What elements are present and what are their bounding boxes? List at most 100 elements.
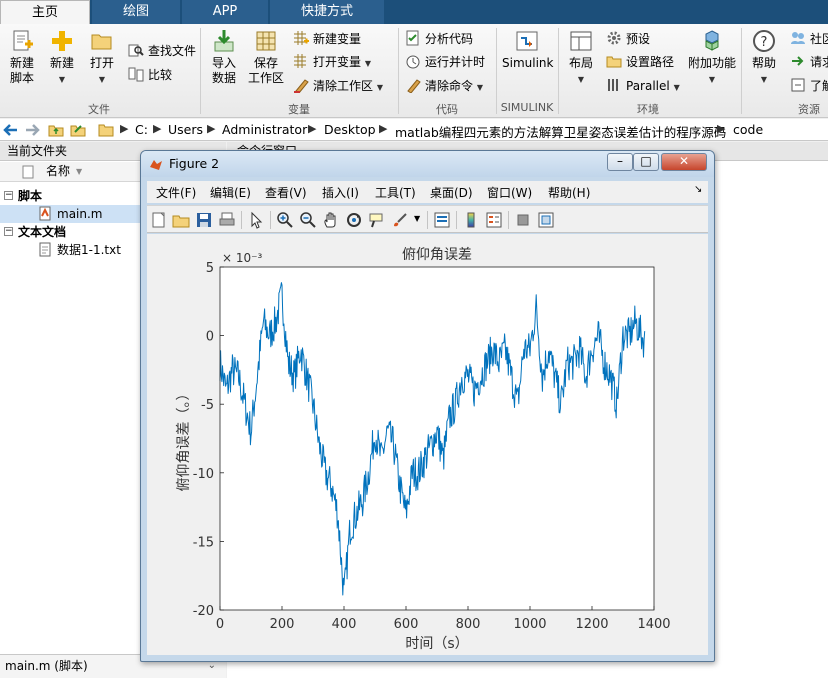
tab-apps[interactable]: APP: [182, 0, 268, 24]
forward-arrow-icon[interactable]: [24, 122, 40, 138]
open-variable-button[interactable]: 打开变量 ▼: [293, 53, 371, 73]
browse-folder-icon[interactable]: [70, 122, 86, 138]
menu-desktop[interactable]: 桌面(D): [430, 184, 473, 201]
toolbar-separator: [427, 211, 428, 229]
print-icon[interactable]: [218, 211, 236, 229]
tab-home[interactable]: 主页: [0, 0, 90, 24]
x-tick-label: 600: [394, 617, 419, 632]
analyze-code-button[interactable]: 分析代码: [405, 30, 473, 48]
address-bar: ▶ C: ▶ Users ▶ Administrator ▶ Desktop ▶…: [0, 119, 828, 141]
maximize-button[interactable]: □: [633, 153, 659, 171]
zoom-in-icon[interactable]: [276, 211, 294, 229]
x-tick-label: 800: [456, 617, 481, 632]
set-path-button[interactable]: 设置路径: [606, 53, 674, 71]
analyze-code-label: 分析代码: [425, 32, 474, 46]
learn-button[interactable]: 了解: [790, 77, 828, 95]
brush-dropdown-icon[interactable]: ▼: [414, 214, 420, 223]
sort-arrow-icon: ▼: [76, 167, 83, 176]
up-folder-icon[interactable]: [48, 122, 64, 138]
import-data-icon: [214, 30, 234, 52]
import-data-button[interactable]: 导入 数据: [206, 28, 242, 86]
folder-open-icon: [91, 34, 112, 50]
menu-edit[interactable]: 编辑(E): [210, 184, 251, 201]
new-variable-button[interactable]: 新建变量: [293, 30, 361, 48]
breadcrumb-item[interactable]: code: [733, 122, 763, 137]
breadcrumb-item[interactable]: Desktop: [324, 122, 376, 137]
back-arrow-icon[interactable]: [3, 122, 19, 138]
help-dropdown-icon: ▼: [760, 75, 768, 84]
text-file-icon: [39, 242, 52, 257]
hide-plot-tools-icon[interactable]: [514, 211, 532, 229]
y-tick-label: -5: [201, 398, 214, 413]
y-axis-label: 俯仰角误差（。）: [176, 387, 192, 492]
clear-commands-dropdown-icon: ▼: [476, 83, 483, 92]
plot-svg[interactable]: 0 200 400 600 800 1000 1200 1400 5 0 -5 -10 -15 -20 俯…: [147, 234, 708, 655]
breadcrumb-separator-icon: ▶: [379, 122, 388, 135]
breadcrumb-item[interactable]: C:: [135, 122, 148, 137]
breadcrumb-item[interactable]: Users: [168, 122, 203, 137]
new-variable-label: 新建变量: [313, 32, 362, 46]
menu-window[interactable]: 窗口(W): [487, 184, 532, 201]
save-icon[interactable]: [195, 211, 213, 229]
data-cursor-icon[interactable]: [368, 211, 386, 229]
brush-icon[interactable]: [391, 211, 409, 229]
open-button[interactable]: 打开 ▼: [84, 28, 120, 87]
zoom-out-icon[interactable]: [299, 211, 317, 229]
request-support-button[interactable]: 请求: [790, 53, 828, 71]
menu-file[interactable]: 文件(F): [156, 184, 196, 201]
run-and-time-label: 运行并计时: [425, 55, 486, 69]
breadcrumb-item[interactable]: matlab编程四元素的方法解算卫星姿态误差估计的程序源码: [395, 122, 726, 141]
clear-workspace-dropdown-icon: ▼: [376, 83, 383, 92]
addons-button[interactable]: 附加功能 ▼: [686, 28, 738, 87]
clear-workspace-button[interactable]: 清除工作区 ▼: [293, 77, 383, 97]
legend-icon[interactable]: [485, 211, 503, 229]
menu-help[interactable]: 帮助(H): [548, 184, 590, 201]
new-button[interactable]: 新建 ▼: [44, 28, 80, 87]
layout-button[interactable]: 布局 ▼: [564, 28, 598, 87]
menu-tools[interactable]: 工具(T): [375, 184, 416, 201]
link-plot-icon[interactable]: [433, 211, 451, 229]
rotate-3d-icon[interactable]: [345, 211, 363, 229]
open-file-icon[interactable]: [172, 211, 190, 229]
parallel-button[interactable]: Parallel ▼: [606, 77, 680, 97]
pointer-icon[interactable]: [247, 211, 265, 229]
save-workspace-button[interactable]: 保存 工作区: [246, 28, 286, 86]
learn-label: 了解: [810, 79, 828, 93]
tab-shortcuts[interactable]: 快捷方式: [270, 0, 384, 24]
preferences-button[interactable]: 预设: [606, 30, 650, 48]
tab-plots[interactable]: 绘图: [92, 0, 180, 24]
figure-window[interactable]: Figure 2 – □ ✕ 文件(F) 编辑(E) 查看(V) 插入(I) 工…: [140, 150, 715, 662]
figure-canvas[interactable]: 0 200 400 600 800 1000 1200 1400 5 0 -5 -10 -15 -20 俯…: [147, 234, 708, 655]
compare-button[interactable]: 比较: [128, 66, 172, 84]
figure-titlebar[interactable]: Figure 2 – □ ✕: [141, 151, 714, 177]
menubar-dock-icon[interactable]: ↘: [694, 184, 702, 195]
simulink-button[interactable]: Simulink: [502, 28, 553, 71]
menu-insert[interactable]: 插入(I): [322, 184, 359, 201]
minimize-button[interactable]: –: [607, 153, 633, 171]
group-label: 脚本: [18, 189, 43, 203]
clear-commands-button[interactable]: 清除命令 ▼: [405, 77, 483, 97]
name-column-label: 名称: [46, 164, 71, 178]
new-script-button[interactable]: 新建 脚本: [4, 28, 40, 86]
run-and-time-button[interactable]: 运行并计时: [405, 53, 485, 71]
set-path-label: 设置路径: [626, 55, 675, 69]
community-button[interactable]: 社区: [790, 30, 828, 48]
show-plot-tools-icon[interactable]: [537, 211, 555, 229]
parallel-icon: [608, 79, 618, 91]
addons-label: 附加功能: [687, 56, 736, 70]
addons-dropdown-icon: ▼: [708, 75, 716, 84]
x-tick-label: 1200: [575, 617, 608, 632]
close-button[interactable]: ✕: [661, 153, 707, 171]
colorbar-icon[interactable]: [462, 211, 480, 229]
current-folder-icon: [98, 124, 114, 137]
file-name: main.m: [57, 207, 103, 221]
new-script-label-2: 脚本: [9, 71, 34, 85]
new-figure-icon[interactable]: [150, 211, 168, 229]
layout-icon: [570, 31, 592, 51]
pan-hand-icon[interactable]: [322, 211, 340, 229]
breadcrumb-item[interactable]: Administrator: [222, 122, 307, 137]
find-files-button[interactable]: 查找文件: [128, 42, 196, 60]
menu-view[interactable]: 查看(V): [265, 184, 307, 201]
help-button[interactable]: ? 帮助 ▼: [746, 28, 782, 87]
y-tick-label: -15: [193, 535, 214, 550]
